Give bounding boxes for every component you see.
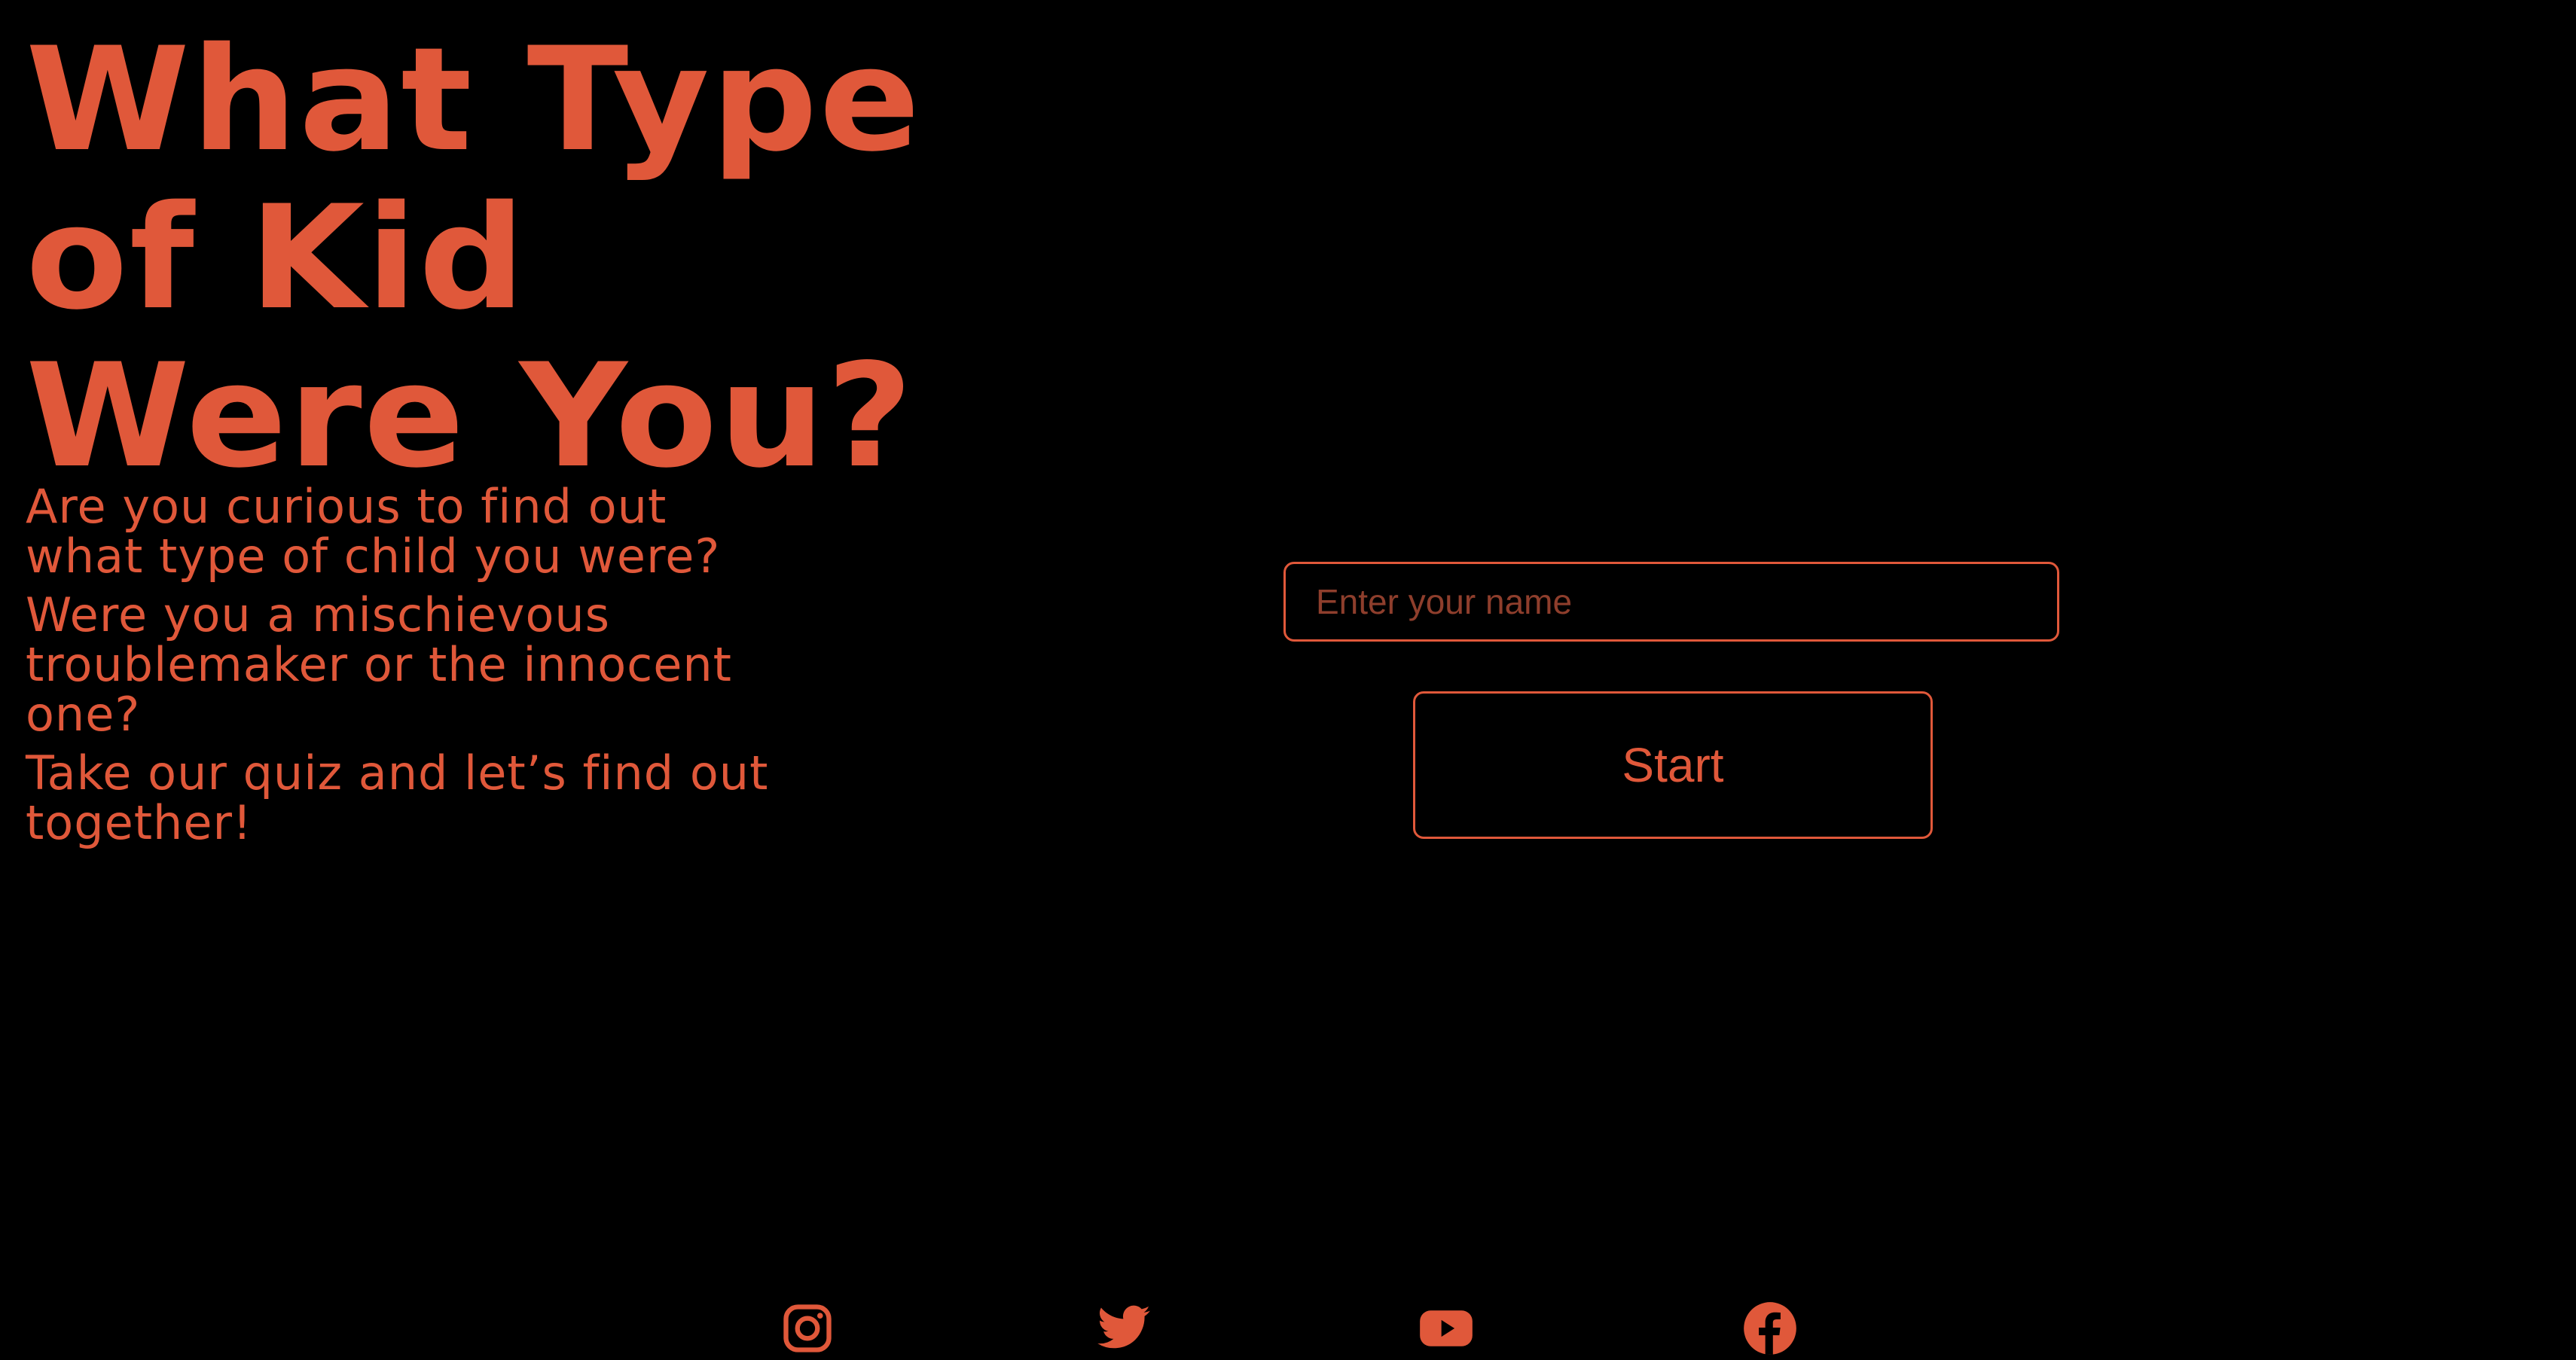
page-title: What Type of Kid Were You? [26, 21, 920, 496]
facebook-link[interactable] [1741, 1300, 1799, 1357]
title-line-2: of Kid [26, 175, 527, 341]
twitter-link[interactable] [1095, 1300, 1152, 1357]
intro-paragraph-2: Were you a mischievous troublemaker or t… [26, 587, 732, 742]
facebook-icon [1744, 1302, 1796, 1355]
instagram-link[interactable] [779, 1300, 836, 1357]
instagram-icon [783, 1304, 832, 1352]
title-line-1: What Type [26, 17, 922, 183]
intro-text: Are you curious to find out what type of… [26, 482, 794, 857]
youtube-icon [1420, 1310, 1473, 1346]
name-input[interactable] [1283, 562, 2059, 642]
youtube-link[interactable] [1418, 1300, 1475, 1357]
intro-paragraph-1: Are you curious to find out what type of… [26, 479, 721, 584]
title-line-3: Were You? [26, 333, 914, 499]
intro-paragraph-3: Take our quiz and let’s find out togethe… [26, 746, 769, 850]
twitter-icon [1097, 1305, 1150, 1349]
start-button[interactable]: Start [1413, 691, 1933, 839]
